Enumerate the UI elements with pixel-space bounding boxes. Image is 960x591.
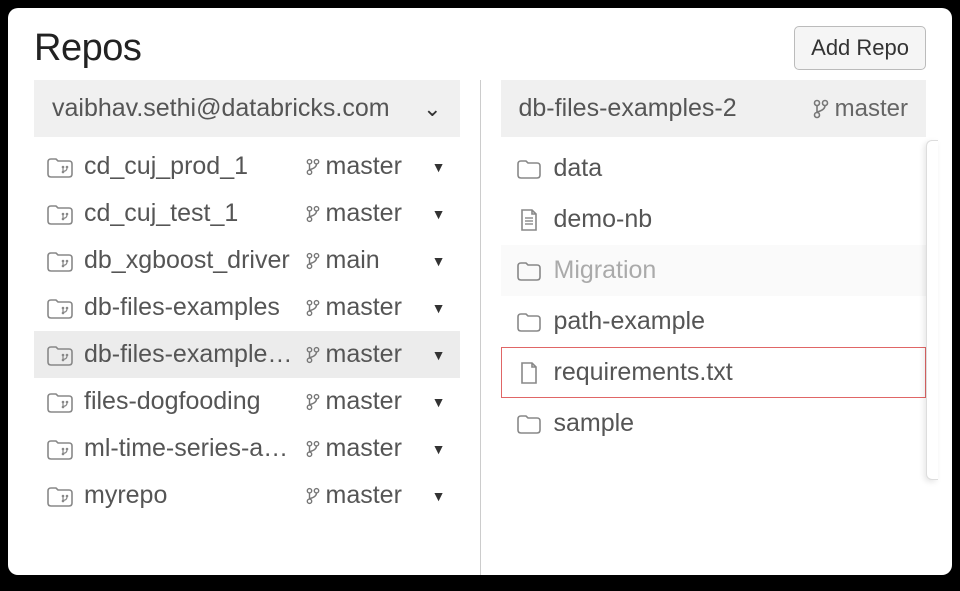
branch-icon	[813, 99, 829, 119]
notebook-icon	[516, 208, 542, 232]
folder-row[interactable]: data	[501, 143, 927, 194]
repo-row[interactable]: cd_cuj_test_1 master ▼	[34, 190, 460, 237]
folder-icon	[516, 157, 542, 181]
item-name: path-example	[554, 307, 705, 336]
left-panel: vaibhav.sethi@databricks.com ⌄ cd_cuj_pr…	[34, 80, 481, 575]
branch-selector[interactable]: master	[306, 481, 424, 510]
notebook-row[interactable]: demo-nb	[501, 194, 927, 245]
folder-icon	[516, 259, 542, 283]
branch-selector[interactable]: master	[306, 152, 424, 181]
repo-list: cd_cuj_prod_1master▼cd_cuj_test_1master▼…	[34, 143, 460, 519]
caret-down-icon[interactable]: ▼	[430, 159, 448, 175]
item-name: sample	[554, 409, 635, 438]
repo-folder-icon	[46, 296, 74, 320]
branch-name: master	[835, 95, 908, 123]
branch-selector[interactable]: master	[306, 340, 424, 369]
caret-down-icon[interactable]: ▼	[430, 441, 448, 457]
repo-folder-icon	[46, 202, 74, 226]
branch-selector[interactable]: master	[813, 95, 908, 123]
repo-row[interactable]: db-files-examples master ▼	[34, 284, 460, 331]
repo-name: db-files-example…	[84, 340, 300, 369]
repo-header: db-files-examples-2 master	[501, 80, 927, 137]
repo-folder-icon	[46, 484, 74, 508]
popover-edge	[926, 140, 938, 480]
right-panel: db-files-examples-2 master data demo-nb Mi…	[481, 80, 927, 575]
folder-row[interactable]: Migration	[501, 245, 927, 296]
repo-row[interactable]: files-dogfooding master ▼	[34, 378, 460, 425]
repos-window: Repos Add Repo vaibhav.sethi@databricks.…	[8, 8, 952, 575]
branch-selector[interactable]: master	[306, 293, 424, 322]
item-name: demo-nb	[554, 205, 653, 234]
repo-name: cd_cuj_prod_1	[84, 152, 300, 181]
header: Repos Add Repo	[8, 8, 952, 80]
repo-row[interactable]: cd_cuj_prod_1 master ▼	[34, 143, 460, 190]
user-email: vaibhav.sethi@databricks.com	[52, 94, 390, 123]
caret-down-icon[interactable]: ▼	[430, 300, 448, 316]
repo-folder-icon	[46, 390, 74, 414]
repo-name: cd_cuj_test_1	[84, 199, 300, 228]
chevron-down-icon: ⌄	[423, 96, 441, 122]
repo-row[interactable]: myrepo master ▼	[34, 472, 460, 519]
file-icon	[516, 361, 542, 385]
item-name: Migration	[554, 256, 657, 285]
branch-name: master	[326, 340, 402, 369]
branch-name: main	[326, 246, 380, 275]
repo-row[interactable]: db-files-example… master ▼	[34, 331, 460, 378]
item-name: data	[554, 154, 603, 183]
branch-name: master	[326, 152, 402, 181]
repo-row[interactable]: ml-time-series-a… master ▼	[34, 425, 460, 472]
branch-name: master	[326, 434, 402, 463]
branch-selector[interactable]: master	[306, 199, 424, 228]
folder-row[interactable]: sample	[501, 398, 927, 449]
branch-selector[interactable]: master	[306, 434, 424, 463]
branch-name: master	[326, 387, 402, 416]
folder-row[interactable]: path-example	[501, 296, 927, 347]
add-repo-button[interactable]: Add Repo	[794, 26, 926, 70]
repo-name: files-dogfooding	[84, 387, 300, 416]
folder-icon	[516, 310, 542, 334]
branch-selector[interactable]: main	[306, 246, 424, 275]
file-row[interactable]: requirements.txt	[501, 347, 927, 398]
caret-down-icon[interactable]: ▼	[430, 488, 448, 504]
repo-folder-icon	[46, 249, 74, 273]
page-title: Repos	[34, 27, 141, 70]
branch-name: master	[326, 293, 402, 322]
repo-folder-icon	[46, 437, 74, 461]
repo-row[interactable]: db_xgboost_driver main ▼	[34, 237, 460, 284]
repo-name: db_xgboost_driver	[84, 246, 300, 275]
caret-down-icon[interactable]: ▼	[430, 206, 448, 222]
branch-name: master	[326, 199, 402, 228]
repo-name: db-files-examples-2	[519, 94, 737, 123]
caret-down-icon[interactable]: ▼	[430, 394, 448, 410]
repo-folder-icon	[46, 343, 74, 367]
branch-name: master	[326, 481, 402, 510]
item-name: requirements.txt	[554, 358, 733, 387]
repo-folder-icon	[46, 155, 74, 179]
repo-name: myrepo	[84, 481, 300, 510]
folder-icon	[516, 412, 542, 436]
branch-selector[interactable]: master	[306, 387, 424, 416]
user-selector[interactable]: vaibhav.sethi@databricks.com ⌄	[34, 80, 460, 137]
repo-name: db-files-examples	[84, 293, 300, 322]
file-list: data demo-nb Migration path-example requirem…	[501, 143, 927, 449]
repo-name: ml-time-series-a…	[84, 434, 300, 463]
caret-down-icon[interactable]: ▼	[430, 347, 448, 363]
columns: vaibhav.sethi@databricks.com ⌄ cd_cuj_pr…	[8, 80, 952, 575]
caret-down-icon[interactable]: ▼	[430, 253, 448, 269]
